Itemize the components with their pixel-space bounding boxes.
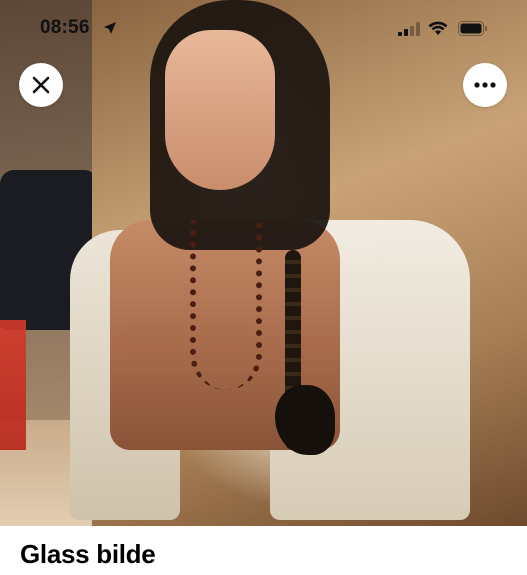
- more-icon: [474, 82, 496, 88]
- photo-face: [165, 30, 275, 190]
- photo-necklace: [190, 220, 262, 390]
- listing-photo[interactable]: [0, 0, 527, 526]
- more-options-button[interactable]: [463, 63, 507, 107]
- battery-icon: [458, 21, 487, 36]
- status-time: 08:56: [40, 17, 90, 38]
- signal-icon: [398, 22, 420, 36]
- listing-title: Glass bilde: [20, 539, 156, 569]
- wifi-icon: [428, 21, 448, 35]
- location-arrow-icon: [104, 22, 116, 34]
- photo-box: [0, 320, 26, 450]
- close-button[interactable]: [19, 63, 63, 107]
- close-icon: [32, 76, 50, 94]
